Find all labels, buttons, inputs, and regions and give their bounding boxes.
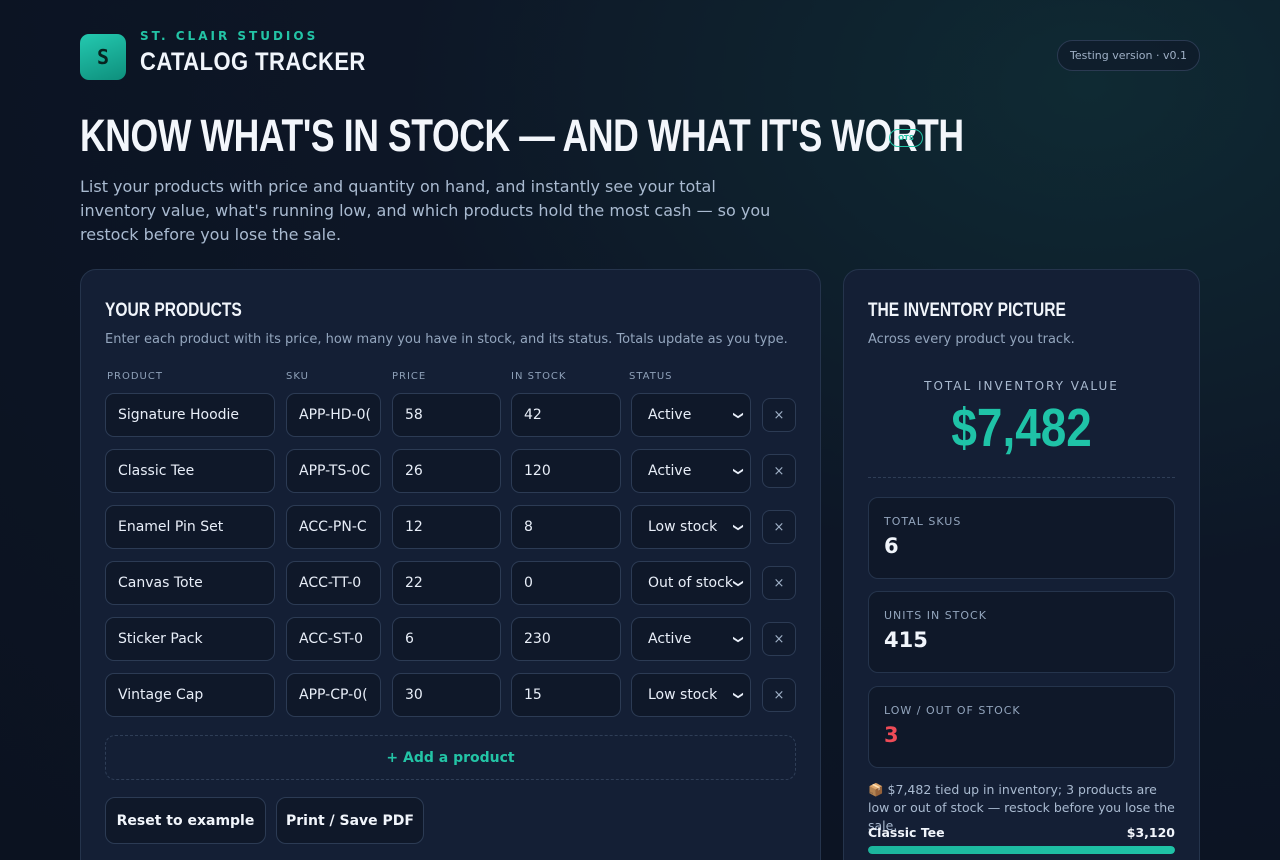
stock-input[interactable]: 42 bbox=[511, 393, 621, 437]
stat-value: 3 bbox=[884, 723, 899, 747]
products-panel: YOUR PRODUCTS Enter each product with it… bbox=[80, 269, 821, 860]
stat-total-skus: TOTAL SKUS 6 bbox=[868, 497, 1175, 579]
chevron-down-icon: ❯ bbox=[732, 634, 744, 644]
add-product-button[interactable]: + Add a product bbox=[105, 735, 796, 780]
version-badge: Testing version · v0.1 bbox=[1057, 40, 1200, 71]
total-value: $7,482 bbox=[844, 397, 1199, 459]
status-value: Low stock bbox=[648, 519, 718, 535]
picture-subtitle: Across every product you track. bbox=[868, 332, 1075, 347]
reset-button[interactable]: Reset to example bbox=[105, 797, 266, 844]
chevron-down-icon: ❯ bbox=[732, 690, 744, 700]
price-input[interactable]: 12 bbox=[392, 505, 501, 549]
status-value: Active bbox=[648, 463, 692, 479]
app-title: CATALOG TRACKER bbox=[140, 48, 366, 76]
stat-low-out-of-stock: LOW / OUT OF STOCK 3 bbox=[868, 686, 1175, 768]
remove-row-button[interactable]: × bbox=[762, 678, 796, 712]
top-product-value: $3,120 bbox=[1126, 825, 1175, 840]
stat-label: LOW / OUT OF STOCK bbox=[884, 704, 1021, 717]
app-header: S ST. CLAIR STUDIOS CATALOG TRACKER bbox=[80, 26, 397, 80]
remove-row-button[interactable]: × bbox=[762, 622, 796, 656]
studio-name: ST. CLAIR STUDIOS bbox=[140, 29, 319, 43]
sku-input[interactable]: ACC-ST-0 bbox=[286, 617, 381, 661]
status-select[interactable]: Active ❯ bbox=[631, 449, 751, 493]
column-header-sku: SKU bbox=[286, 371, 309, 382]
logo-icon: S bbox=[80, 34, 126, 80]
status-select[interactable]: Low stock ❯ bbox=[631, 673, 751, 717]
chevron-down-icon: ❯ bbox=[732, 410, 744, 420]
product-name-input[interactable]: Vintage Cap bbox=[105, 673, 275, 717]
price-input[interactable]: 58 bbox=[392, 393, 501, 437]
hero-description: List your products with price and quanti… bbox=[80, 177, 771, 244]
divider bbox=[868, 477, 1175, 478]
print-button[interactable]: Print / Save PDF bbox=[276, 797, 424, 844]
stock-input[interactable]: 230 bbox=[511, 617, 621, 661]
sku-input[interactable]: APP-CP-0( bbox=[286, 673, 381, 717]
sku-input[interactable]: ACC-TT-0 bbox=[286, 561, 381, 605]
products-title: YOUR PRODUCTS bbox=[105, 300, 242, 321]
status-select[interactable]: Active ❯ bbox=[631, 393, 751, 437]
product-name-input[interactable]: Classic Tee bbox=[105, 449, 275, 493]
chevron-down-icon: ❯ bbox=[732, 578, 744, 588]
stat-value: 415 bbox=[884, 628, 928, 652]
stat-value: 6 bbox=[884, 534, 899, 558]
sku-input[interactable]: APP-HD-0( bbox=[286, 393, 381, 437]
products-subtitle: Enter each product with its price, how m… bbox=[105, 332, 788, 347]
stock-input[interactable]: 15 bbox=[511, 673, 621, 717]
status-select[interactable]: Low stock ❯ bbox=[631, 505, 751, 549]
chevron-down-icon: ❯ bbox=[732, 522, 744, 532]
sku-input[interactable]: ACC-PN-C bbox=[286, 505, 381, 549]
status-value: Out of stock bbox=[648, 575, 733, 591]
stat-label: UNITS IN STOCK bbox=[884, 609, 987, 622]
total-value-text: $7,482 bbox=[951, 398, 1092, 458]
status-select[interactable]: Out of stock ❯ bbox=[631, 561, 751, 605]
product-name-input[interactable]: Enamel Pin Set bbox=[105, 505, 275, 549]
status-select[interactable]: Active ❯ bbox=[631, 617, 751, 661]
stat-units-in-stock: UNITS IN STOCK 415 bbox=[868, 591, 1175, 673]
price-input[interactable]: 6 bbox=[392, 617, 501, 661]
total-value-label: TOTAL INVENTORY VALUE bbox=[924, 379, 1119, 393]
product-name-input[interactable]: Canvas Tote bbox=[105, 561, 275, 605]
picture-title: THE INVENTORY PICTURE bbox=[868, 300, 1066, 321]
top-product-bar-fill bbox=[868, 846, 1175, 854]
remove-row-button[interactable]: × bbox=[762, 566, 796, 600]
remove-row-button[interactable]: × bbox=[762, 454, 796, 488]
price-input[interactable]: 30 bbox=[392, 673, 501, 717]
column-header-price: PRICE bbox=[392, 371, 427, 382]
status-value: Low stock bbox=[648, 687, 718, 703]
product-name-input[interactable]: Sticker Pack bbox=[105, 617, 275, 661]
remove-row-button[interactable]: × bbox=[762, 510, 796, 544]
top-product-row: Classic Tee $3,120 bbox=[868, 825, 1175, 840]
remove-row-button[interactable]: × bbox=[762, 398, 796, 432]
price-input[interactable]: 26 bbox=[392, 449, 501, 493]
column-header-in-stock: IN STOCK bbox=[511, 371, 567, 382]
column-header-status: STATUS bbox=[629, 371, 673, 382]
stock-input[interactable]: 8 bbox=[511, 505, 621, 549]
price-input[interactable]: 22 bbox=[392, 561, 501, 605]
column-header-product: PRODUCT bbox=[107, 371, 163, 382]
product-name-input[interactable]: Signature Hoodie bbox=[105, 393, 275, 437]
inventory-picture-panel: THE INVENTORY PICTURE Across every produ… bbox=[843, 269, 1200, 860]
status-value: Active bbox=[648, 407, 692, 423]
hero-title: KNOW WHAT'S IN STOCK — AND WHAT IT'S WOR… bbox=[80, 110, 964, 161]
sku-input[interactable]: APP-TS-0C bbox=[286, 449, 381, 493]
stat-label: TOTAL SKUS bbox=[884, 515, 962, 528]
stock-input[interactable]: 120 bbox=[511, 449, 621, 493]
top-product-bar bbox=[868, 846, 1175, 854]
stock-input[interactable]: 0 bbox=[511, 561, 621, 605]
ots-badge: OTS bbox=[889, 129, 923, 147]
status-value: Active bbox=[648, 631, 692, 647]
top-product-name: Classic Tee bbox=[868, 825, 945, 840]
chevron-down-icon: ❯ bbox=[732, 466, 744, 476]
